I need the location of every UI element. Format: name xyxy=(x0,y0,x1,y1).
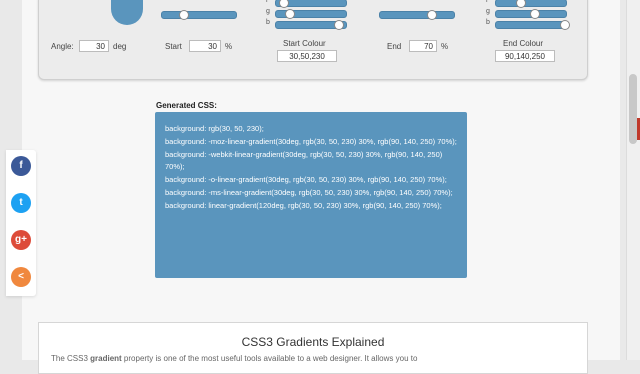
end-slider-knob[interactable] xyxy=(426,10,437,20)
angle-unit: deg xyxy=(113,42,127,51)
end_colour-b-slider[interactable] xyxy=(495,20,570,30)
generated-css-line: background: -moz-linear-gradient(30deg, … xyxy=(165,136,457,146)
start_colour-g-label: g xyxy=(266,8,270,15)
end-colour-label: End Colour xyxy=(503,39,544,48)
end_colour-g-slider-knob[interactable] xyxy=(529,9,540,19)
end-unit: % xyxy=(441,42,449,51)
explained-text-post: property is one of the most useful tools… xyxy=(121,354,418,363)
start_colour-r-slider-knob[interactable] xyxy=(279,0,290,8)
end_colour-b-label: b xyxy=(486,19,490,26)
generated-css-line: background: -webkit-linear-gradient(30de… xyxy=(165,149,443,172)
google-plus-icon[interactable]: g+ xyxy=(11,230,31,250)
generated-css-line: background: rgb(30, 50, 230); xyxy=(165,124,264,133)
twitter-icon[interactable]: t xyxy=(11,193,31,213)
angle-dial[interactable] xyxy=(111,0,143,25)
explained-title: CSS3 Gradients Explained xyxy=(241,335,385,349)
scrollbar-thumb[interactable] xyxy=(629,74,637,144)
start-slider[interactable] xyxy=(161,10,237,20)
start-slider-knob[interactable] xyxy=(179,10,190,20)
start_colour-r-slider[interactable] xyxy=(275,0,347,8)
start_colour-g-slider-knob[interactable] xyxy=(285,9,295,19)
end_colour-r-label: r xyxy=(486,0,489,4)
end_colour-g-label: g xyxy=(486,8,490,15)
end_colour-b-slider-knob[interactable] xyxy=(559,20,570,30)
start_colour-g-slider[interactable] xyxy=(275,9,347,19)
end-colour-input[interactable]: 90,140,250 xyxy=(495,50,555,62)
end_colour-r-slider-knob[interactable] xyxy=(515,0,526,8)
start-unit: % xyxy=(225,42,233,51)
generated-css-title: Generated CSS: xyxy=(156,101,217,110)
explained-text: The CSS3 gradient property is one of the… xyxy=(51,354,571,363)
start_colour-b-slider[interactable] xyxy=(275,20,347,30)
start-colour-label: Start Colour xyxy=(283,39,326,48)
start_colour-r-label: r xyxy=(266,0,269,4)
start_colour-b-slider-knob[interactable] xyxy=(334,20,344,30)
generated-css-line: background: -ms-linear-gradient(30deg, r… xyxy=(165,187,453,197)
start_colour-b-label: b xyxy=(266,19,270,26)
explained-section: CSS3 Gradients Explained The CSS3 gradie… xyxy=(38,322,588,374)
generated-css-line: background: -o-linear-gradient(30deg, rg… xyxy=(165,175,447,185)
angle-input[interactable]: 30 xyxy=(79,40,109,52)
facebook-icon[interactable]: f xyxy=(11,156,31,176)
end-slider[interactable] xyxy=(379,10,455,20)
share-bar: f t g+ < xyxy=(6,150,36,296)
start-label: Start xyxy=(165,42,182,51)
end_colour-g-slider[interactable] xyxy=(495,9,567,19)
generated-css-box[interactable]: background: rgb(30, 50, 230); background:… xyxy=(155,112,467,278)
explained-text-pre: The CSS3 xyxy=(51,354,91,363)
gradient-controls-panel: Angle: 30 deg Start 30 % rgb Start Colou… xyxy=(38,0,588,80)
start-input[interactable]: 30 xyxy=(189,40,221,52)
angle-label: Angle: xyxy=(51,42,74,51)
generated-css-line: background: linear-gradient(120deg, rgb(… xyxy=(165,200,442,210)
explained-text-bold: gradient xyxy=(90,354,122,363)
end-label: End xyxy=(387,42,402,51)
share-icon[interactable]: < xyxy=(11,267,31,287)
end_colour-r-slider[interactable] xyxy=(495,0,567,8)
end-input[interactable]: 70 xyxy=(409,40,437,52)
scrollbar[interactable] xyxy=(626,0,640,360)
start-colour-input[interactable]: 30,50,230 xyxy=(277,50,337,62)
